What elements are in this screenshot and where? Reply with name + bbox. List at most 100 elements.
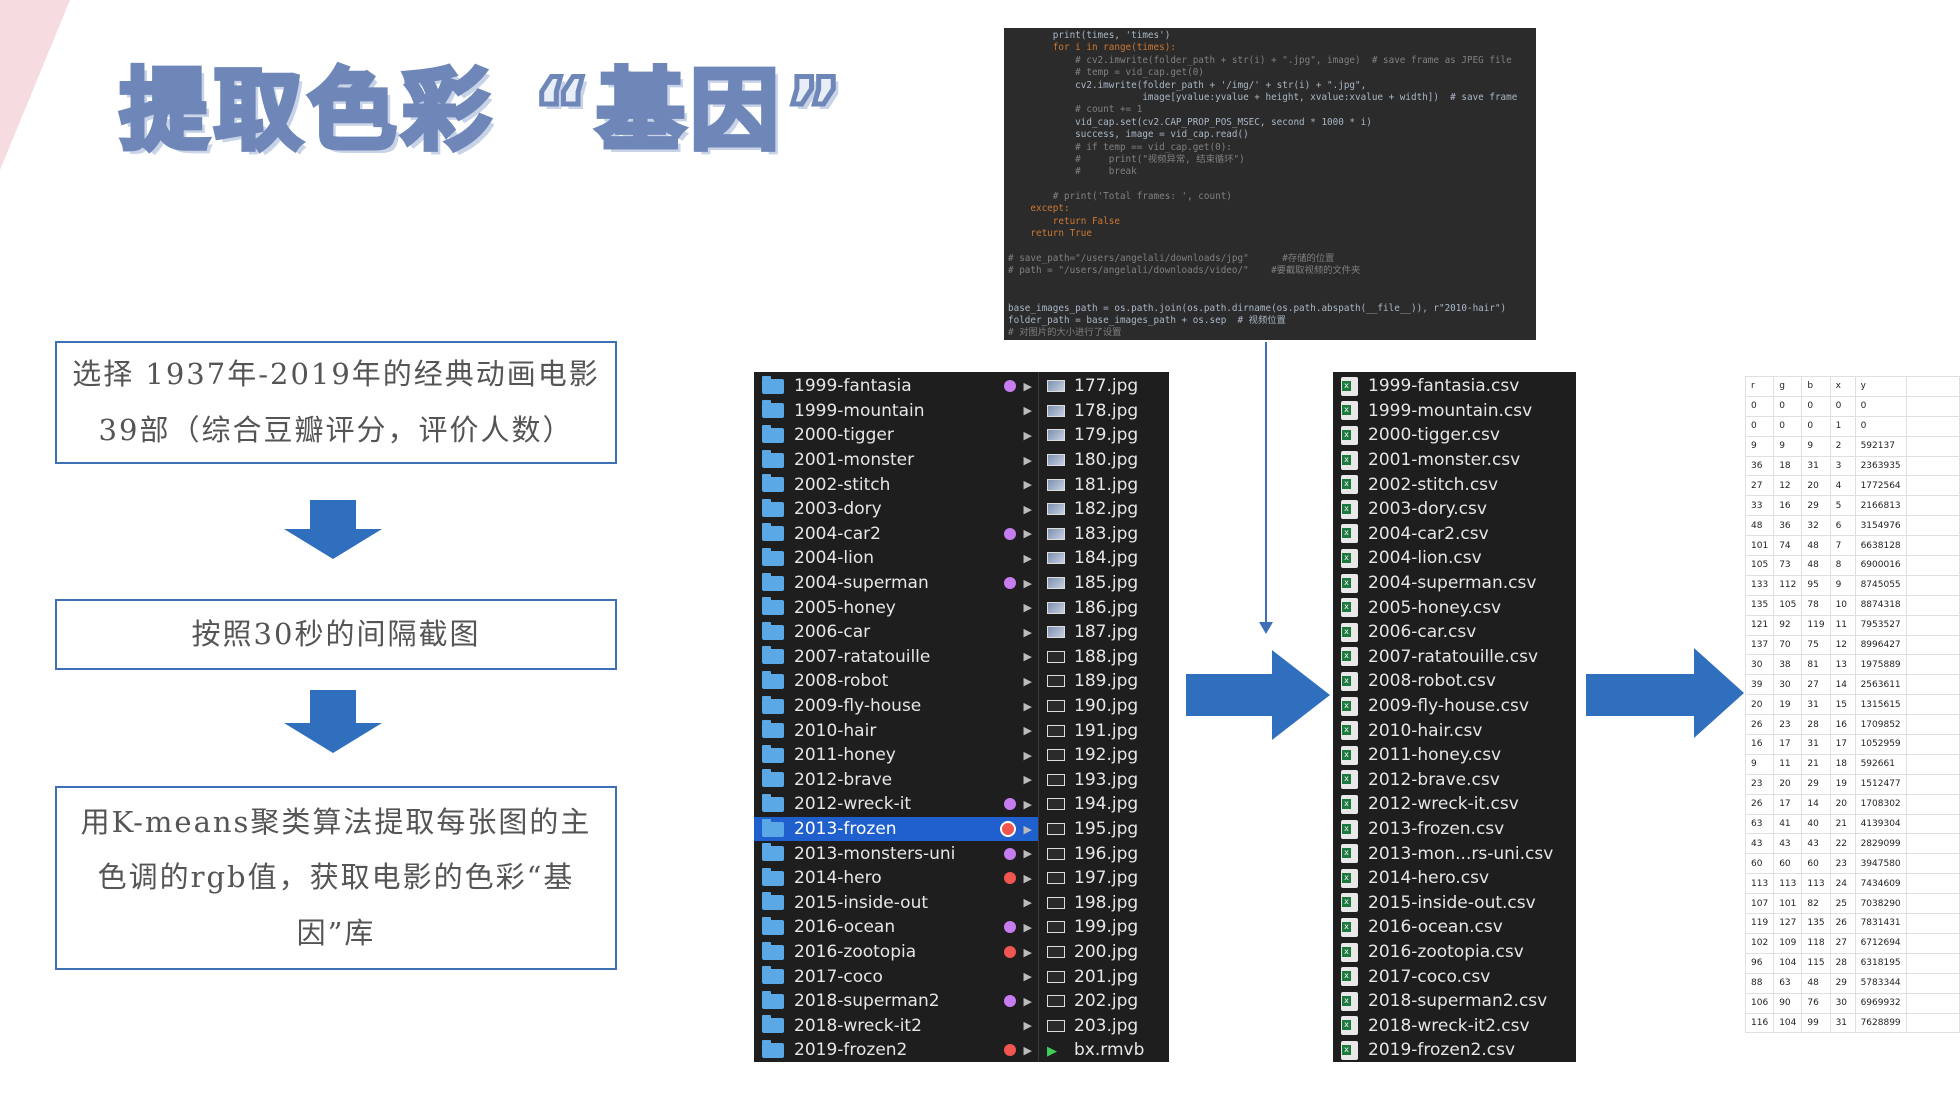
file-item[interactable]: ▶ bx.rmvb — [1039, 1038, 1144, 1062]
file-item[interactable]: 181.jpg — [1039, 472, 1138, 497]
csv-file-item[interactable]: 2005-honey.csv — [1333, 595, 1501, 620]
folder-item[interactable]: 2001-monster ▶ — [754, 448, 1038, 473]
csv-file-item[interactable]: 1999-mountain.csv — [1333, 399, 1532, 424]
file-item[interactable]: 182.jpg — [1039, 497, 1138, 522]
file-item[interactable]: 178.jpg — [1039, 399, 1138, 424]
video-file-icon: ▶ — [1047, 1044, 1057, 1060]
file-item[interactable]: 183.jpg — [1039, 522, 1138, 547]
file-item[interactable]: 194.jpg — [1039, 792, 1138, 817]
file-item[interactable]: 186.jpg — [1039, 595, 1138, 620]
excel-file-icon — [1341, 770, 1358, 790]
folder-item[interactable]: 2005-honey ▶ — [754, 595, 1038, 620]
table-cell: 1052959 — [1854, 734, 1907, 755]
file-item[interactable]: 192.jpg — [1039, 743, 1138, 768]
folder-item[interactable]: 2015-inside-out ▶ — [754, 891, 1038, 916]
file-name: 179.jpg — [1074, 425, 1139, 446]
csv-file-name: 1999-fantasia.csv — [1368, 376, 1520, 397]
folder-item[interactable]: 2014-hero ▶ — [754, 866, 1038, 891]
folder-icon — [762, 449, 784, 468]
folder-item[interactable]: 2006-car ▶ — [754, 620, 1038, 645]
csv-file-item[interactable]: 2018-wreck-it2.csv — [1333, 1014, 1530, 1039]
file-item[interactable]: 184.jpg — [1039, 546, 1138, 571]
csv-file-item[interactable]: 2004-car2.csv — [1333, 522, 1489, 547]
folder-item[interactable]: 2008-robot ▶ — [754, 669, 1038, 694]
folder-item[interactable]: 2000-tigger ▶ — [754, 423, 1038, 448]
file-item[interactable]: 185.jpg — [1039, 571, 1138, 596]
csv-file-item[interactable]: 2015-inside-out.csv — [1333, 891, 1536, 916]
csv-file-item[interactable]: 2012-wreck-it.csv — [1333, 792, 1519, 817]
csv-file-item[interactable]: 2008-robot.csv — [1333, 669, 1496, 694]
disclosure-arrow-icon: ▶ — [1023, 699, 1032, 713]
file-item[interactable]: 193.jpg — [1039, 768, 1138, 793]
file-item[interactable]: 179.jpg — [1039, 423, 1138, 448]
file-item[interactable]: 187.jpg — [1039, 620, 1138, 645]
file-item[interactable]: 197.jpg — [1039, 866, 1138, 891]
folder-item[interactable]: 2019-frozen2 ▶ — [754, 1038, 1038, 1062]
file-item[interactable]: 200.jpg — [1039, 940, 1138, 965]
file-item[interactable]: 177.jpg — [1039, 374, 1138, 399]
folder-item[interactable]: 2003-dory ▶ — [754, 497, 1038, 522]
file-item[interactable]: 190.jpg — [1039, 694, 1138, 719]
folder-item[interactable]: 2018-superman2 ▶ — [754, 989, 1038, 1014]
file-name: 200.jpg — [1074, 942, 1139, 963]
folder-item[interactable]: 1999-fantasia ▶ — [754, 374, 1038, 399]
csv-file-item[interactable]: 2003-dory.csv — [1333, 497, 1487, 522]
folder-item[interactable]: 2013-frozen ▶ — [754, 816, 1038, 842]
file-item[interactable]: 202.jpg — [1039, 989, 1138, 1014]
folder-item[interactable]: 2012-wreck-it ▶ — [754, 792, 1038, 817]
folder-item[interactable]: 2018-wreck-it2 ▶ — [754, 1014, 1038, 1039]
csv-file-item[interactable]: 2019-frozen2.csv — [1333, 1038, 1515, 1062]
csv-file-item[interactable]: 2010-hair.csv — [1333, 718, 1482, 743]
folder-item[interactable]: 2017-coco ▶ — [754, 964, 1038, 989]
file-item[interactable]: 199.jpg — [1039, 915, 1138, 940]
csv-file-item[interactable]: 2016-zootopia.csv — [1333, 940, 1524, 965]
csv-file-item[interactable]: 2006-car.csv — [1333, 620, 1476, 645]
folder-item[interactable]: 2016-zootopia ▶ — [754, 940, 1038, 965]
csv-file-item[interactable]: 2014-hero.csv — [1333, 866, 1489, 891]
folder-item[interactable]: 2016-ocean ▶ — [754, 915, 1038, 940]
folder-item[interactable]: 2009-fly-house ▶ — [754, 694, 1038, 719]
csv-file-item[interactable]: 2013-mon...rs-uni.csv — [1333, 841, 1553, 866]
file-item[interactable]: 195.jpg — [1039, 817, 1138, 842]
csv-file-item[interactable]: 2016-ocean.csv — [1333, 915, 1503, 940]
csv-file-item[interactable]: 2009-fly-house.csv — [1333, 694, 1529, 719]
table-cell: 0 — [1744, 415, 1775, 437]
file-item[interactable]: 196.jpg — [1039, 841, 1138, 866]
csv-file-item[interactable]: 2011-honey.csv — [1333, 743, 1501, 768]
file-item[interactable]: 198.jpg — [1039, 891, 1138, 916]
csv-file-item[interactable]: 2007-ratatouille.csv — [1333, 645, 1538, 670]
folder-item[interactable]: 2011-honey ▶ — [754, 743, 1038, 768]
csv-file-item[interactable]: 2000-tigger.csv — [1333, 423, 1500, 448]
folder-item[interactable]: 2004-lion ▶ — [754, 546, 1038, 571]
file-item[interactable]: 203.jpg — [1039, 1014, 1138, 1039]
csv-file-item[interactable]: 2004-superman.csv — [1333, 571, 1536, 596]
down-arrow-1-stem — [310, 500, 356, 530]
folder-item[interactable]: 2012-brave ▶ — [754, 768, 1038, 793]
table-cell: 7953527 — [1854, 614, 1907, 636]
file-item[interactable]: 188.jpg — [1039, 645, 1138, 670]
csv-file-item[interactable]: 2013-frozen.csv — [1333, 817, 1504, 842]
file-item[interactable]: 201.jpg — [1039, 964, 1138, 989]
folder-item[interactable]: 2013-monsters-uni ▶ — [754, 841, 1038, 866]
csv-file-item[interactable]: 2004-lion.csv — [1333, 546, 1482, 571]
folder-item[interactable]: 2004-superman ▶ — [754, 571, 1038, 596]
folder-item[interactable]: 2007-ratatouille ▶ — [754, 645, 1038, 670]
folder-item[interactable]: 1999-mountain ▶ — [754, 399, 1038, 424]
csv-file-item[interactable]: 1999-fantasia.csv — [1333, 374, 1519, 399]
file-item[interactable]: 191.jpg — [1039, 718, 1138, 743]
folder-item[interactable]: 2004-car2 ▶ — [754, 522, 1038, 547]
table-cell: 15 — [1829, 694, 1856, 716]
table-cell: 7 — [1829, 535, 1856, 557]
folder-item[interactable]: 2010-hair ▶ — [754, 718, 1038, 743]
csv-file-item[interactable]: 2001-monster.csv — [1333, 448, 1520, 473]
csv-file-item[interactable]: 2002-stitch.csv — [1333, 472, 1498, 497]
csv-file-item[interactable]: 2018-superman2.csv — [1333, 989, 1547, 1014]
csv-file-item[interactable]: 2012-brave.csv — [1333, 768, 1500, 793]
file-item[interactable]: 180.jpg — [1039, 448, 1138, 473]
table-empty-cell — [1905, 992, 1960, 1014]
csv-file-item[interactable]: 2017-coco.csv — [1333, 964, 1490, 989]
table-empty-cell — [1905, 654, 1960, 676]
folder-item[interactable]: 2002-stitch ▶ — [754, 472, 1038, 497]
file-item[interactable]: 189.jpg — [1039, 669, 1138, 694]
table-empty-cell — [1905, 833, 1960, 855]
